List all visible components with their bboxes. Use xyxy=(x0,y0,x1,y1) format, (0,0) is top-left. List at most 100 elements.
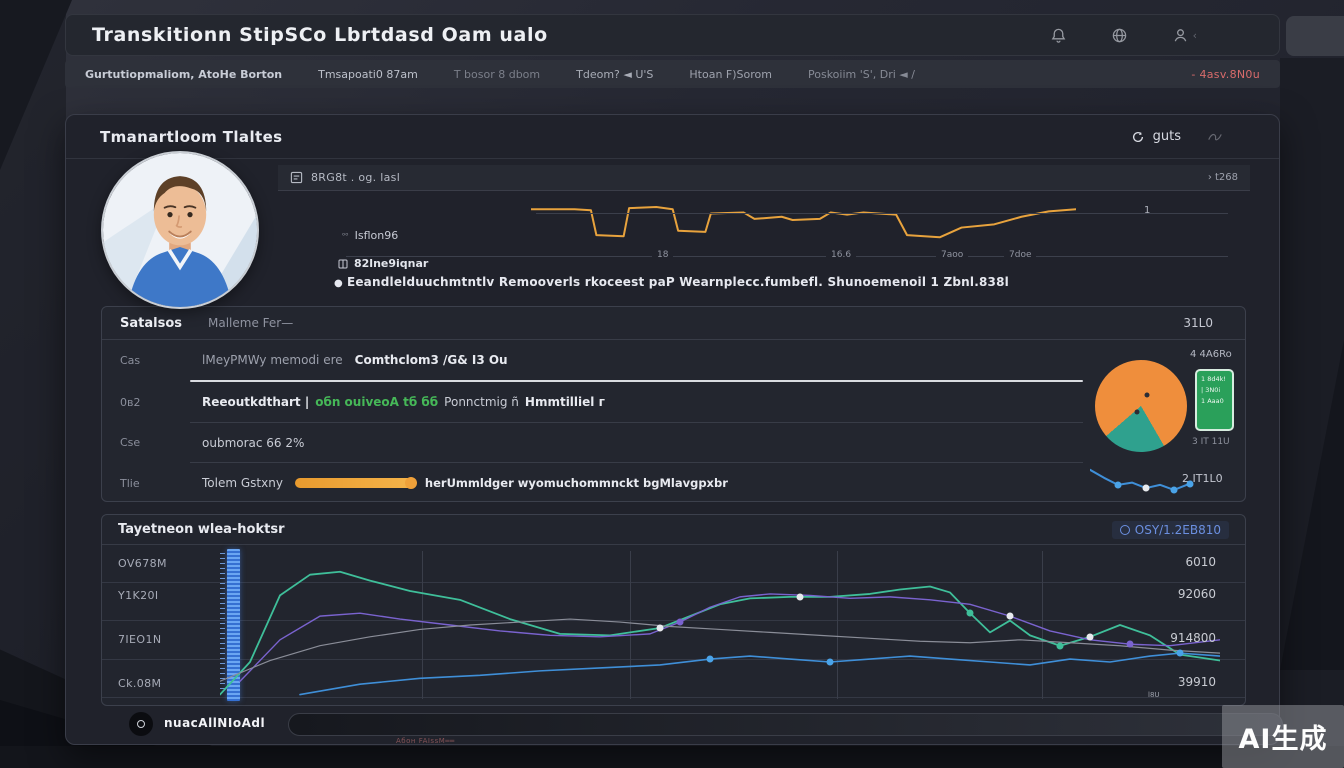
avatar-portrait xyxy=(103,153,257,307)
table-row[interactable]: Cas lMeyPMWy memodi ere Comthclom3 /G& I… xyxy=(102,340,1245,380)
bottom-card-header: Tayetneon wlea-hoktsr OSY/1.2EB810 xyxy=(102,515,1245,545)
row-text-bold: Hmmtilliel г xyxy=(525,395,605,409)
legend-1-label: Isflon96 xyxy=(355,229,399,242)
footer-faint-note: Абон FAIssM══ xyxy=(396,737,455,745)
row-value: 914800 xyxy=(1132,631,1216,645)
panel-icon xyxy=(338,259,348,269)
pie-legend-row: 1 8d4k! xyxy=(1201,376,1228,384)
row-label: Cas xyxy=(120,354,202,367)
side-value-top: 4 4A6Ro xyxy=(1190,349,1232,360)
pie-legend-row: 1 Aaa0 xyxy=(1201,398,1228,406)
main-panel: Tmanartloom Tlaltes guts xyxy=(65,114,1280,745)
chart-link-label: OSY/1.2EB810 xyxy=(1135,523,1221,537)
page-background: Transkitionn StipSCo Lbrtdasd Oam ualo ‹ xyxy=(0,0,1344,768)
refresh-label[interactable]: guts xyxy=(1153,129,1181,144)
bullet-icon: ● xyxy=(334,278,343,289)
app-title: Transkitionn StipSCo Lbrtdasd Oam ualo xyxy=(92,24,548,46)
nav-item-1[interactable]: Gurtutiopmaliom, AtoHe Borton xyxy=(85,68,282,81)
header-icons: ‹ xyxy=(1050,27,1253,44)
y-row-label: Ck.08M xyxy=(118,677,210,690)
axis-tick-1: 18 xyxy=(652,250,673,260)
nav-item-3[interactable]: T bosor 8 dbom xyxy=(454,68,540,81)
strip-right-value[interactable]: › t268 xyxy=(1208,172,1238,183)
progress-bar[interactable] xyxy=(295,478,413,488)
nav-item-5[interactable]: Htoan F)Sorom xyxy=(689,68,772,81)
legend-1-mark: ᵒᵒ xyxy=(342,231,349,240)
bg-bottom-strip xyxy=(0,746,1344,768)
app-header: Transkitionn StipSCo Lbrtdasd Oam ualo ‹ xyxy=(65,14,1280,56)
performance-multiline-chart xyxy=(220,551,1220,699)
filter-strip: 8RG8t . og. lasl › t268 xyxy=(278,165,1250,191)
refresh-icon[interactable] xyxy=(1131,130,1145,144)
table-row[interactable]: Tlie Tolem Gstxny herUmmldger wyomuchomm… xyxy=(102,463,1245,503)
nav-item-2[interactable]: Tmsapoati0 87am xyxy=(318,68,418,81)
row-value: 92060 xyxy=(1132,587,1216,601)
link-icon xyxy=(1120,525,1130,535)
row-label: Cse xyxy=(120,436,202,449)
panel-title: Tmanartloom Tlaltes xyxy=(100,128,282,146)
pie-legend-card[interactable]: 1 8d4k! | 3N0i 1 Aaa0 xyxy=(1195,369,1234,431)
user-icon[interactable]: ‹ xyxy=(1172,27,1197,44)
record-icon xyxy=(137,720,145,728)
globe-icon[interactable] xyxy=(1111,27,1128,44)
table-row[interactable]: 0в2 Reeoutkdthart | oбn ouiveoA tб бб Po… xyxy=(102,382,1245,422)
ai-watermark: AI生成 xyxy=(1222,705,1344,768)
footer-label: nuacAllNIoAdl xyxy=(164,716,265,730)
performance-chart-card: Tayetneon wlea-hoktsr OSY/1.2EB810 OV678… xyxy=(101,514,1246,706)
axis-tick-2: 16.6 xyxy=(826,250,856,260)
side-sparkline-chart xyxy=(1090,465,1190,497)
table-header-value: 31L0 xyxy=(1183,316,1227,330)
summary-text: Eeandlelduuchmtntlv Remooverls rkoceest … xyxy=(347,275,1009,289)
row-text-2: Ponnctmig ñ xyxy=(444,395,519,409)
y-row-label: 7IEO1N xyxy=(118,633,210,646)
legend-item-1: ᵒᵒ Isflon96 xyxy=(342,229,398,242)
chevron-icon: ‹ xyxy=(1193,29,1197,42)
table-header: Satalsos Malleme Fer— 31L0 xyxy=(102,307,1245,340)
row-text: Tolem Gstxny xyxy=(202,476,283,490)
x-axis-line xyxy=(346,256,1228,257)
chart-note: 1 xyxy=(1144,205,1150,216)
chart-link[interactable]: OSY/1.2EB810 xyxy=(1112,521,1229,539)
nav-item-4[interactable]: Tdeom? ◄ U'S xyxy=(576,68,653,81)
nav-bar: Gurtutiopmaliom, AtoHe Borton Tmsapoati0… xyxy=(65,60,1280,88)
axis-tick-4: 7doe xyxy=(1004,250,1036,260)
table-subtitle: Malleme Fer— xyxy=(208,316,293,330)
avatar[interactable] xyxy=(101,151,259,309)
divider-line xyxy=(536,213,1228,214)
table-title: Satalsos xyxy=(120,316,182,331)
stats-table-card: Satalsos Malleme Fer— 31L0 Cas lMeyPMWy … xyxy=(101,306,1246,502)
row-value: 39910 xyxy=(1132,675,1216,689)
row-label: 0в2 xyxy=(120,396,202,409)
legend-item-2: 82lne9iqnar xyxy=(338,257,428,270)
y-row-label: Y1K20I xyxy=(118,589,210,602)
top-right-tab[interactable] xyxy=(1286,16,1344,56)
bell-icon[interactable] xyxy=(1050,27,1067,44)
tiny-axis-label: l8U xyxy=(1148,691,1160,699)
footer-avatar-button[interactable] xyxy=(129,712,153,736)
panel-header: Tmanartloom Tlaltes guts xyxy=(66,115,1279,159)
top-sparkline-chart xyxy=(531,193,1076,247)
pie-legend-row: | 3N0i xyxy=(1201,387,1228,395)
axis-tick-3: 7aoo xyxy=(936,250,968,260)
table-row[interactable]: Cse oubmorac 66 2% xyxy=(102,423,1245,462)
summary-row: ● Eeandlelduuchmtntlv Remooverls rkoceest… xyxy=(334,275,1244,289)
status-pie-chart xyxy=(1095,360,1187,452)
panel-actions: guts xyxy=(1131,129,1245,144)
bottom-card-title: Tayetneon wlea-hoktsr xyxy=(118,522,285,537)
legend-2-label: 82lne9iqnar xyxy=(354,257,428,270)
row-text-bold: herUmmldger wyomuchommnckt bgMlavgpxbr xyxy=(425,476,728,490)
form-icon[interactable] xyxy=(290,171,303,184)
nav-alert-value: - 4asv.8N0u xyxy=(1191,68,1260,81)
pen-icon[interactable] xyxy=(1207,130,1223,144)
y-row-label: OV678M xyxy=(118,557,210,570)
side-value-mid: 3 IT 11U xyxy=(1192,437,1230,447)
row-text-muted: lMeyPMWy memodi ere xyxy=(202,353,343,367)
nav-item-6[interactable]: Poskoiim 'S', Dri ◄ / xyxy=(808,68,915,81)
chart-body: OV678M Y1K20I 7IEO1N Ck.08M 6010 92060 9… xyxy=(102,545,1245,705)
row-text: Reeoutkdthart | xyxy=(202,395,309,409)
strip-label[interactable]: 8RG8t . og. lasl xyxy=(311,171,400,184)
row-value: 6010 xyxy=(1132,555,1216,569)
row-text: oubmorac 66 2% xyxy=(202,436,304,450)
footer-input-bar[interactable] xyxy=(288,713,1283,736)
row-text-green[interactable]: oбn ouiveoA tб бб xyxy=(315,395,438,409)
